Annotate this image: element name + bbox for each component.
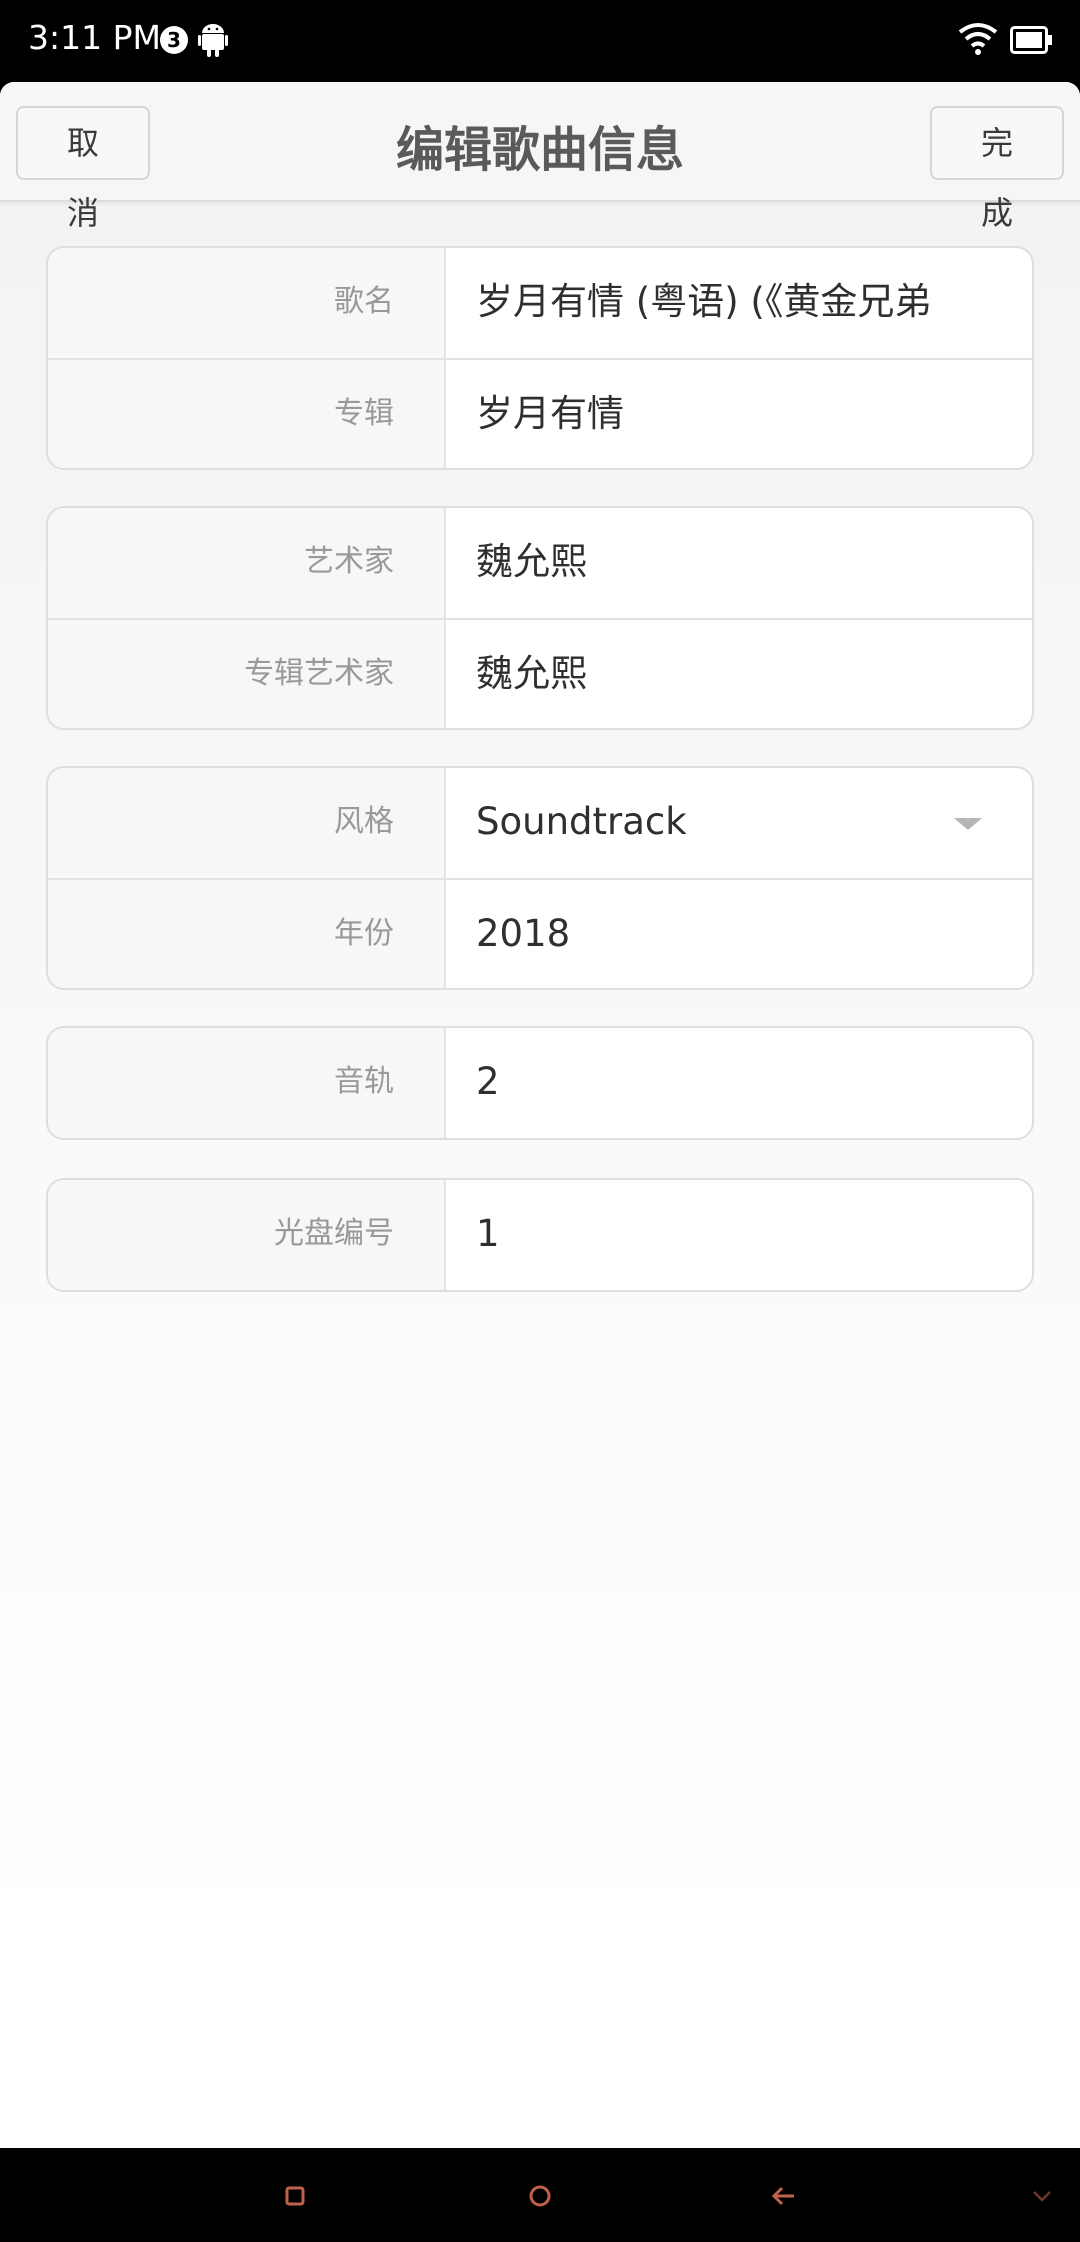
back-icon[interactable]: [764, 2176, 804, 2216]
artist-field[interactable]: 魏允熙: [446, 508, 1032, 618]
disc-number-field[interactable]: 1: [446, 1180, 1032, 1290]
genre-row[interactable]: 风格 Soundtrack: [48, 768, 1032, 878]
status-time: 3:11 PM: [28, 18, 161, 57]
song-title-label: 歌名: [48, 248, 446, 358]
album-field[interactable]: 岁月有情: [446, 360, 1032, 468]
year-label: 年份: [48, 880, 446, 988]
disc-group: 光盘编号 1: [46, 1178, 1034, 1292]
wifi-icon: [958, 23, 998, 55]
album-artist-field[interactable]: 魏允熙: [446, 620, 1032, 728]
disc-number-label: 光盘编号: [48, 1180, 446, 1290]
battery-icon: [1010, 26, 1052, 54]
song-info-group: 歌名 岁月有情 (粤语) (《黄金兄弟 专辑 岁月有情: [46, 246, 1034, 470]
android-icon: [198, 24, 228, 57]
genre-select[interactable]: Soundtrack: [446, 768, 1032, 878]
app-header: 取消 编辑歌曲信息 完成: [0, 82, 1080, 232]
navigation-bar: [0, 2148, 1080, 2242]
album-artist-label: 专辑艺术家: [48, 620, 446, 728]
year-field[interactable]: 2018: [446, 880, 1032, 988]
chevron-down-icon[interactable]: [954, 818, 982, 830]
track-group: 音轨 2: [46, 1026, 1034, 1140]
artist-group: 艺术家 魏允熙 专辑艺术家 魏允熙: [46, 506, 1034, 730]
song-title-row: 歌名 岁月有情 (粤语) (《黄金兄弟: [48, 248, 1032, 358]
album-artist-row: 专辑艺术家 魏允熙: [48, 618, 1032, 728]
notification-count-badge: 3: [160, 26, 188, 54]
done-button[interactable]: 完成: [930, 106, 1064, 232]
song-title-field[interactable]: 岁月有情 (粤语) (《黄金兄弟: [446, 248, 1032, 358]
album-label: 专辑: [48, 360, 446, 468]
track-field[interactable]: 2: [446, 1028, 1032, 1138]
track-label: 音轨: [48, 1028, 446, 1138]
artist-label: 艺术家: [48, 508, 446, 618]
page-title: 编辑歌曲信息: [395, 122, 684, 178]
track-row: 音轨 2: [48, 1028, 1032, 1138]
disc-number-row: 光盘编号 1: [48, 1180, 1032, 1290]
year-row: 年份 2018: [48, 878, 1032, 988]
home-icon[interactable]: [520, 2176, 560, 2216]
artist-row: 艺术家 魏允熙: [48, 508, 1032, 618]
recent-apps-icon[interactable]: [275, 2176, 315, 2216]
edit-song-screen: 取消 编辑歌曲信息 完成 歌名 岁月有情 (粤语) (《黄金兄弟 专辑 岁月有情…: [0, 82, 1080, 2148]
genre-label: 风格: [48, 768, 446, 878]
status-bar: 3:11 PM 3: [0, 0, 1080, 82]
album-row: 专辑 岁月有情: [48, 358, 1032, 468]
hide-nav-icon[interactable]: [1030, 2176, 1054, 2216]
genre-year-group: 风格 Soundtrack 年份 2018: [46, 766, 1034, 990]
